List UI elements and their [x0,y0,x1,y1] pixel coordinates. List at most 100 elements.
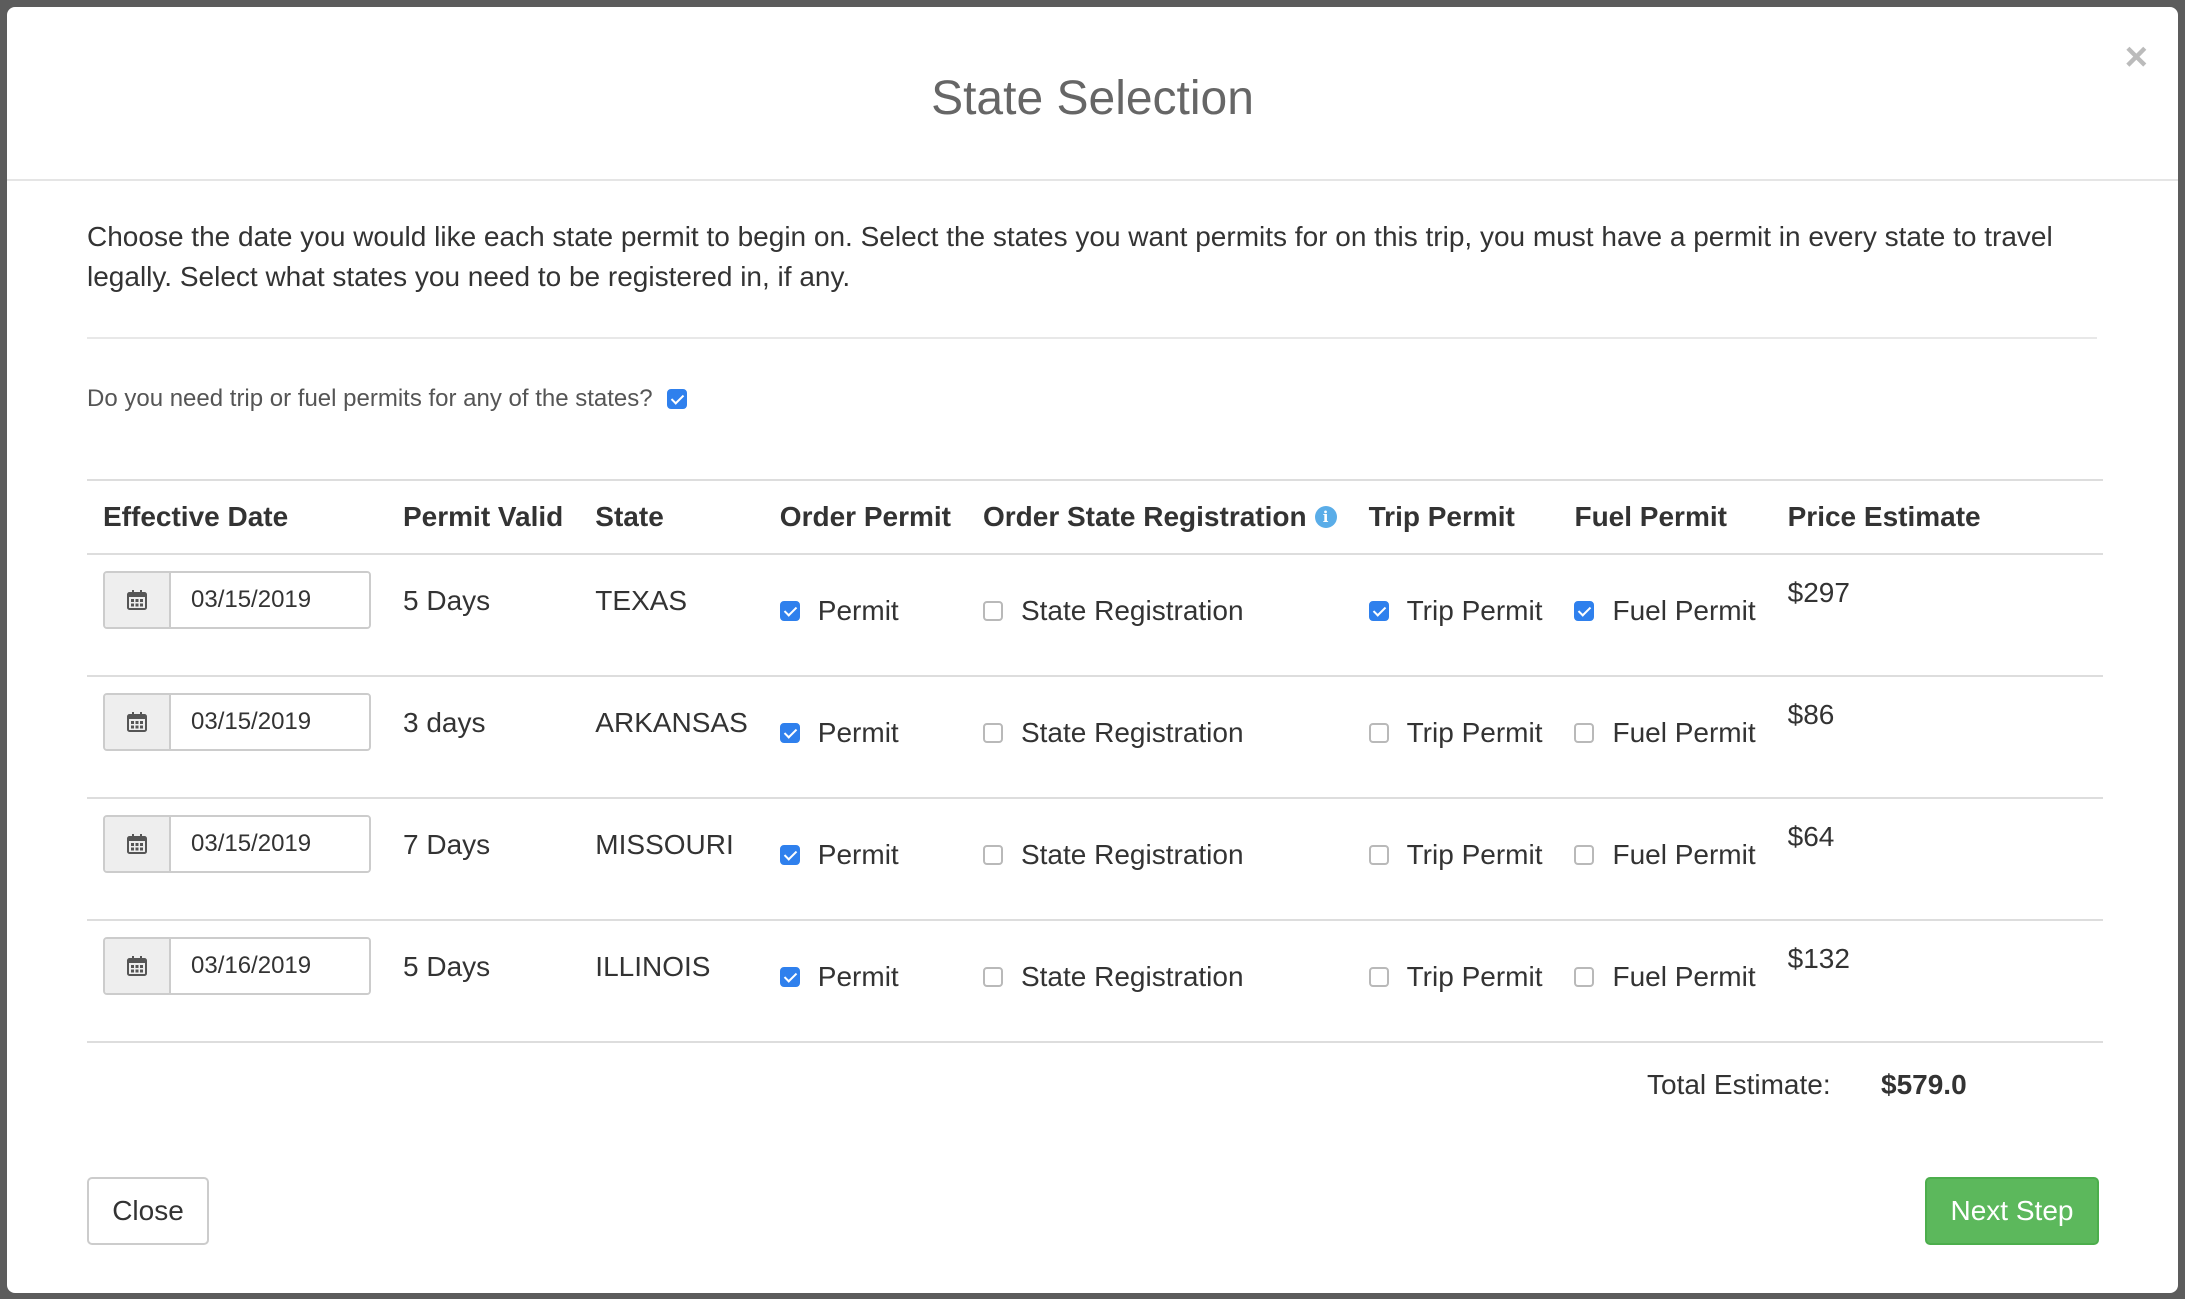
header-order-state-registration: Order State Registration i [966,479,1353,555]
intro-text: Choose the date you would like each stat… [87,221,2053,292]
trip-permit-checkbox[interactable] [1368,723,1389,743]
calendar-icon[interactable] [105,695,171,749]
fuel-permit-option[interactable]: Fuel Permit [1574,717,1756,749]
date-picker[interactable] [103,693,371,751]
permits-table: Effective Date Permit Valid State Order … [87,479,2103,1043]
close-icon[interactable]: × [2125,37,2148,77]
cell-effective-date [87,920,387,1043]
cell-order-permit: Permit [763,920,967,1043]
table-header-row: Effective Date Permit Valid State Order … [87,479,2103,555]
state-registration-option[interactable]: State Registration [982,839,1337,871]
cell-state: TEXAS [579,554,764,677]
trip-fuel-question-checkbox[interactable] [666,389,687,409]
state-name: ILLINOIS [595,951,711,982]
cell-order-permit: Permit [763,798,967,921]
total-estimate-label: Total Estimate: [1647,1069,1831,1100]
price-estimate-value: $86 [1787,699,1835,730]
state-registration-checkbox[interactable] [982,967,1003,987]
cell-fuel-permit: Fuel Permit [1558,676,1772,799]
fuel-permit-option[interactable]: Fuel Permit [1574,839,1756,871]
cell-trip-permit: Trip Permit [1352,676,1559,799]
state-registration-checkbox[interactable] [982,723,1003,743]
cell-price-estimate: $297 [1771,554,2103,677]
table-row: 5 Days ILLINOIS Permit State Registratio… [87,920,2103,1043]
calendar-icon[interactable] [105,939,171,993]
order-permit-option[interactable]: Permit [779,961,951,993]
order-permit-label: Permit [817,717,899,748]
next-step-button[interactable]: Next Step [1925,1177,2099,1245]
header-order-state-registration-label: Order State Registration [982,501,1307,532]
fuel-permit-label: Fuel Permit [1612,961,1756,992]
state-registration-checkbox[interactable] [982,845,1003,865]
effective-date-input[interactable] [171,817,369,871]
fuel-permit-option[interactable]: Fuel Permit [1574,595,1756,627]
table-row: 3 days ARKANSAS Permit State Registratio… [87,676,2103,799]
cell-permit-valid: 3 days [387,676,580,799]
cell-state-registration: State Registration [966,798,1353,921]
calendar-icon[interactable] [105,817,171,871]
state-registration-option[interactable]: State Registration [982,961,1337,993]
header-trip-permit: Trip Permit [1352,479,1559,555]
order-permit-label: Permit [817,595,899,626]
header-effective-date: Effective Date [87,479,387,555]
effective-date-input[interactable] [171,939,369,993]
calendar-icon[interactable] [105,573,171,627]
modal-header: State Selection × [7,7,2178,181]
trip-permit-option[interactable]: Trip Permit [1368,595,1542,627]
effective-date-input[interactable] [171,573,369,627]
cell-permit-valid: 5 Days [387,554,580,677]
fuel-permit-checkbox[interactable] [1574,723,1595,743]
state-registration-label: State Registration [1020,839,1244,870]
price-estimate-value: $132 [1787,943,1850,974]
state-registration-option[interactable]: State Registration [982,595,1337,627]
trip-permit-checkbox[interactable] [1368,845,1389,865]
order-permit-option[interactable]: Permit [779,717,951,749]
fuel-permit-checkbox[interactable] [1574,967,1595,987]
fuel-permit-checkbox[interactable] [1574,845,1595,865]
trip-permit-checkbox[interactable] [1368,967,1389,987]
cell-state: ILLINOIS [579,920,764,1043]
order-permit-checkbox[interactable] [779,967,800,987]
price-estimate-value: $64 [1787,821,1835,852]
order-permit-checkbox[interactable] [779,723,800,743]
trip-fuel-question: Do you need trip or fuel permits for any… [87,385,687,413]
order-permit-option[interactable]: Permit [779,839,951,871]
trip-permit-option[interactable]: Trip Permit [1368,839,1543,871]
order-permit-checkbox[interactable] [779,845,800,865]
trip-permit-label: Trip Permit [1406,839,1543,870]
order-permit-label: Permit [817,839,899,870]
order-permit-checkbox[interactable] [779,601,800,621]
fuel-permit-label: Fuel Permit [1612,839,1756,870]
total-estimate-value: $579.0 [1881,1069,1967,1100]
fuel-permit-label: Fuel Permit [1612,595,1756,626]
trip-permit-option[interactable]: Trip Permit [1368,717,1542,749]
price-estimate-value: $297 [1787,577,1850,608]
trip-permit-label: Trip Permit [1406,961,1543,992]
info-icon[interactable]: i [1314,505,1337,528]
state-name: TEXAS [595,585,688,616]
cell-trip-permit: Trip Permit [1352,554,1559,677]
header-order-permit: Order Permit [763,479,967,555]
state-registration-checkbox[interactable] [982,601,1003,621]
header-fuel-permit: Fuel Permit [1558,479,1772,555]
cell-price-estimate: $86 [1771,676,2103,799]
trip-permit-option[interactable]: Trip Permit [1368,961,1543,993]
table-row: 7 Days MISSOURI Permit State Registratio… [87,798,2103,921]
state-registration-label: State Registration [1020,595,1244,626]
permit-valid-text: 5 Days [403,951,491,982]
fuel-permit-option[interactable]: Fuel Permit [1574,961,1756,993]
date-picker[interactable] [103,571,371,629]
close-button[interactable]: Close [87,1177,209,1245]
date-picker[interactable] [103,937,371,995]
permit-valid-text: 7 Days [403,829,491,860]
effective-date-input[interactable] [171,695,369,749]
state-registration-option[interactable]: State Registration [982,717,1337,749]
trip-permit-checkbox[interactable] [1368,601,1389,621]
section-divider [87,337,2097,339]
fuel-permit-checkbox[interactable] [1574,601,1595,621]
order-permit-option[interactable]: Permit [779,595,951,627]
state-registration-label: State Registration [1020,717,1244,748]
date-picker[interactable] [103,815,371,873]
cell-order-permit: Permit [763,554,967,677]
table-row: 5 Days TEXAS Permit State Registration T… [87,554,2103,677]
